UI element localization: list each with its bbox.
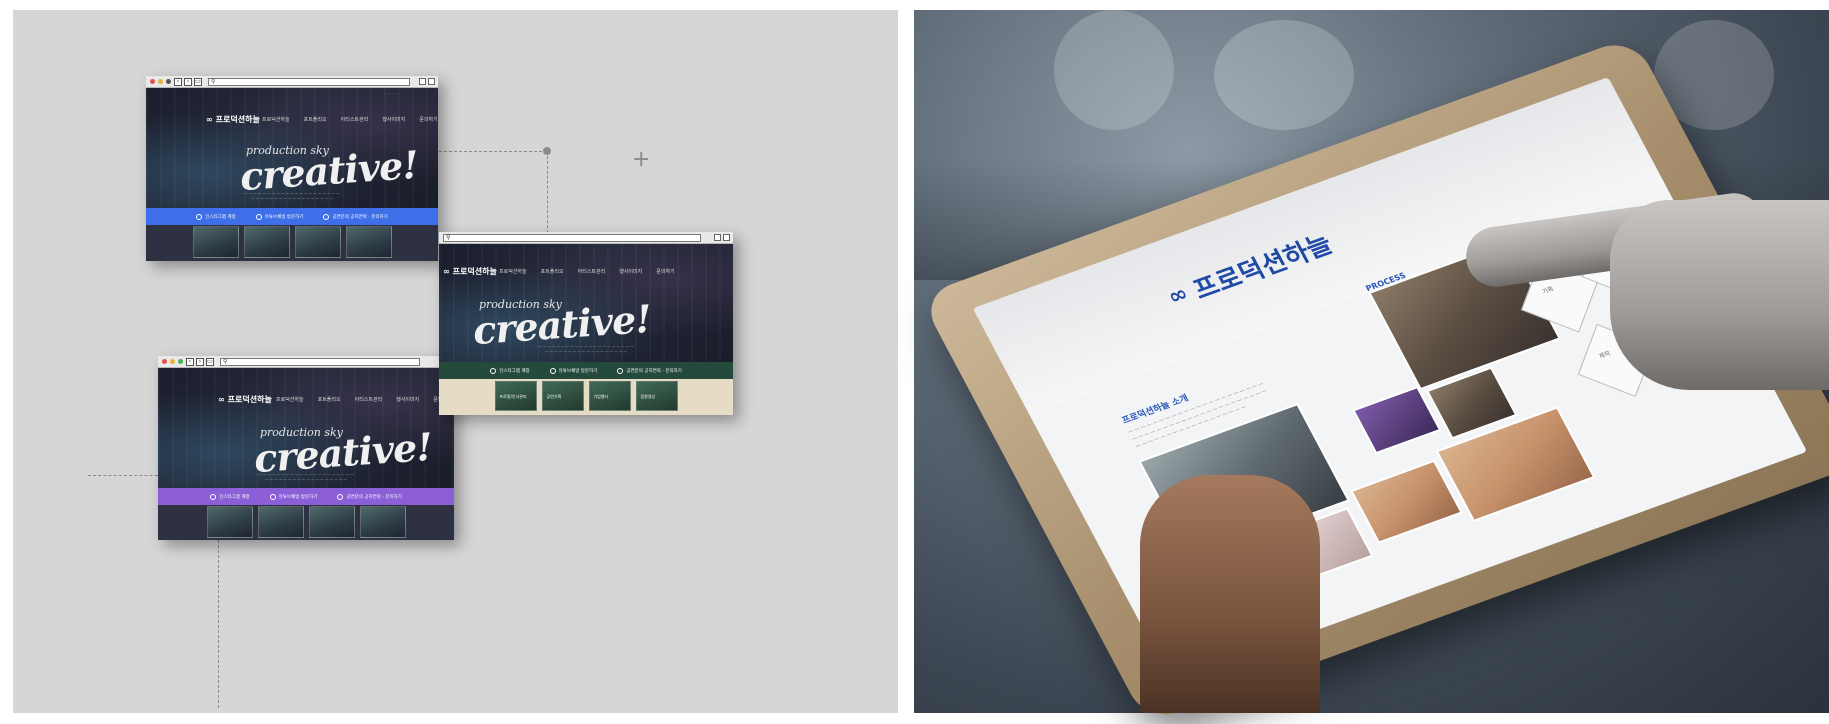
hero-description: — — — — — — — — — — — — — — — — — — — — … — [538, 344, 634, 353]
home-icon[interactable] — [714, 234, 721, 241]
address-bar[interactable]: ⚲ — [220, 358, 420, 366]
logo-loop-icon: ∞ — [206, 115, 213, 124]
browser-window-blue: ‹ › ▭ ⚲ · · · · · · ∞ 프로덕션하늘 프로덕션하늘 포트폴리오 아… — [146, 76, 438, 261]
menu-item[interactable]: 행사이미지 — [396, 396, 419, 403]
minimize-dot-icon — [158, 79, 163, 84]
instagram-icon — [490, 367, 497, 374]
thumb-card[interactable] — [294, 226, 341, 258]
menu-item[interactable]: 아티스트관리 — [578, 268, 606, 275]
hero-description: — — — — — — — — — — — — — — — — — — — — … — [244, 191, 340, 200]
menu-item[interactable]: 프로덕션하늘 — [276, 396, 304, 403]
menu-item[interactable]: 행사이미지 — [619, 268, 642, 275]
menu-item[interactable]: 아티스트관리 — [341, 116, 369, 123]
browser-toolbar: ⚲ — [439, 232, 733, 244]
menu-item[interactable]: 포트폴리오 — [304, 116, 327, 123]
minimize-dot-icon — [170, 359, 175, 364]
menu-item[interactable]: 프로덕션하늘 — [262, 116, 290, 123]
refresh-icon[interactable] — [723, 234, 730, 241]
thumb-card[interactable] — [206, 506, 253, 538]
menu-item[interactable]: 행사이미지 — [382, 116, 405, 123]
contact-phone[interactable]: 공연문의 공지연락 · 문의하기 — [323, 213, 388, 220]
address-bar[interactable]: ⚲ — [443, 234, 701, 242]
phone-icon — [617, 367, 624, 374]
contact-bar: 인스타그램 계정 유튜브채널 방문하기 공연문의 공지연락 · 문의하기 — [158, 488, 454, 505]
browser-toolbar: ‹ › ▭ ⚲ — [158, 356, 454, 368]
contact-youtube[interactable]: 유튜브채널 방문하기 — [269, 493, 317, 500]
contact-bar: 인스타그램 계정 유튜브채널 방문하기 공연문의 공지연락 · 문의하기 — [146, 208, 438, 225]
contact-bar: 인스타그램 계정 유튜브채널 방문하기 공연문의 공지연락 · 문의하기 — [439, 362, 733, 379]
thumb-card[interactable]: 프로필/인사관리 — [494, 381, 537, 411]
thumb-card[interactable]: 기업행사 — [588, 381, 631, 411]
browser-window-green: ⚲ ∞ 프로덕션하늘 프로덕션하늘 포트폴리오 아티스트관리 행사이미지 문의하기… — [439, 232, 733, 415]
thumb-card[interactable] — [359, 506, 406, 538]
forward-icon[interactable]: › — [196, 358, 204, 366]
logo-loop-icon: ∞ — [443, 267, 450, 276]
hero-section: ∞프로덕션하늘 프로덕션하늘 포트폴리오 아티스트관리 행사이미지 문의하기 p… — [439, 244, 733, 362]
holding-hand — [1140, 475, 1320, 713]
contact-phone[interactable]: 공연문의 공지연락 · 문의하기 — [337, 493, 402, 500]
close-dot-icon — [150, 79, 155, 84]
thumb-card[interactable] — [308, 506, 355, 538]
hero-section: · · · · · · ∞ 프로덕션하늘 프로덕션하늘 포트폴리오 아티스트관리 … — [146, 88, 438, 208]
home-icon[interactable] — [419, 78, 426, 85]
browser-toolbar: ‹ › ▭ ⚲ — [146, 76, 438, 88]
refresh-icon[interactable] — [428, 78, 435, 85]
youtube-icon — [549, 367, 556, 374]
maximize-dot-icon — [166, 79, 171, 84]
instagram-icon — [196, 213, 203, 220]
util-links: · · · · · · — [384, 91, 398, 96]
contact-instagram[interactable]: 인스타그램 계정 — [490, 367, 530, 374]
mockup-panel: + ‹ › ▭ ⚲ · · · · · · ∞ 프로덕션하늘 프로덕션하늘 포트폴리오… — [13, 10, 898, 713]
close-dot-icon — [162, 359, 167, 364]
youtube-icon — [269, 493, 276, 500]
site-logo[interactable]: ∞ 프로덕션하늘 — [218, 394, 272, 405]
logo-loop-icon: ∞ — [218, 395, 225, 404]
back-icon[interactable]: ‹ — [186, 358, 194, 366]
contact-instagram[interactable]: 인스타그램 계정 — [196, 213, 236, 220]
thumb-card[interactable] — [345, 226, 392, 258]
menu-item[interactable]: 포트폴리오 — [318, 396, 341, 403]
site-logo[interactable]: ∞ 프로덕션하늘 — [206, 114, 260, 125]
back-icon[interactable]: ‹ — [174, 78, 182, 86]
hero-section: ∞프로덕션하늘 프로덕션하늘 포트폴리오 아티스트관리 행사이미지 문의하기 p… — [158, 368, 454, 488]
thumb-card[interactable]: 공연기획 — [541, 381, 584, 411]
thumb-card[interactable]: 음향영상 — [635, 381, 678, 411]
hand-palm — [1610, 200, 1829, 390]
menu-item[interactable]: 문의하기 — [656, 268, 674, 275]
menu-item[interactable]: 아티스트관리 — [355, 396, 383, 403]
guide-line — [218, 540, 219, 708]
youtube-icon — [255, 213, 262, 220]
tabs-icon[interactable]: ▭ — [206, 358, 214, 366]
hero-description: — — — — — — — — — — — — — — — — — — — — … — [258, 472, 354, 481]
phone-icon — [323, 213, 330, 220]
menu-item[interactable]: 프로덕션하늘 — [499, 268, 527, 275]
phone-icon — [337, 493, 344, 500]
menu-item[interactable]: 포트폴리오 — [541, 268, 564, 275]
plus-icon: + — [632, 147, 651, 172]
guide-line — [439, 151, 547, 152]
address-bar[interactable]: ⚲ — [208, 78, 410, 86]
bokeh-light — [1054, 10, 1174, 130]
menu-item[interactable]: 문의하기 — [419, 116, 437, 123]
thumb-card[interactable] — [192, 226, 239, 258]
contact-youtube[interactable]: 유튜브채널 방문하기 — [255, 213, 303, 220]
contact-youtube[interactable]: 유튜브채널 방문하기 — [549, 367, 597, 374]
site-logo[interactable]: ∞ 프로덕션하늘 — [443, 266, 497, 277]
contact-instagram[interactable]: 인스타그램 계정 — [210, 493, 250, 500]
thumb-card[interactable] — [257, 506, 304, 538]
maximize-dot-icon — [178, 359, 183, 364]
thumb-card[interactable] — [243, 226, 290, 258]
bokeh-light — [1214, 20, 1354, 130]
forward-icon[interactable]: › — [184, 78, 192, 86]
tabs-icon[interactable]: ▭ — [194, 78, 202, 86]
browser-window-purple: ‹ › ▭ ⚲ ∞ 프로덕션하늘 프로덕션하늘 포트폴리오 아티스트관리 행사이미지 … — [158, 356, 454, 540]
guide-line — [547, 151, 548, 233]
guide-line — [88, 475, 168, 476]
contact-phone[interactable]: 공연문의 공지연락 · 문의하기 — [617, 367, 682, 374]
instagram-icon — [210, 493, 217, 500]
